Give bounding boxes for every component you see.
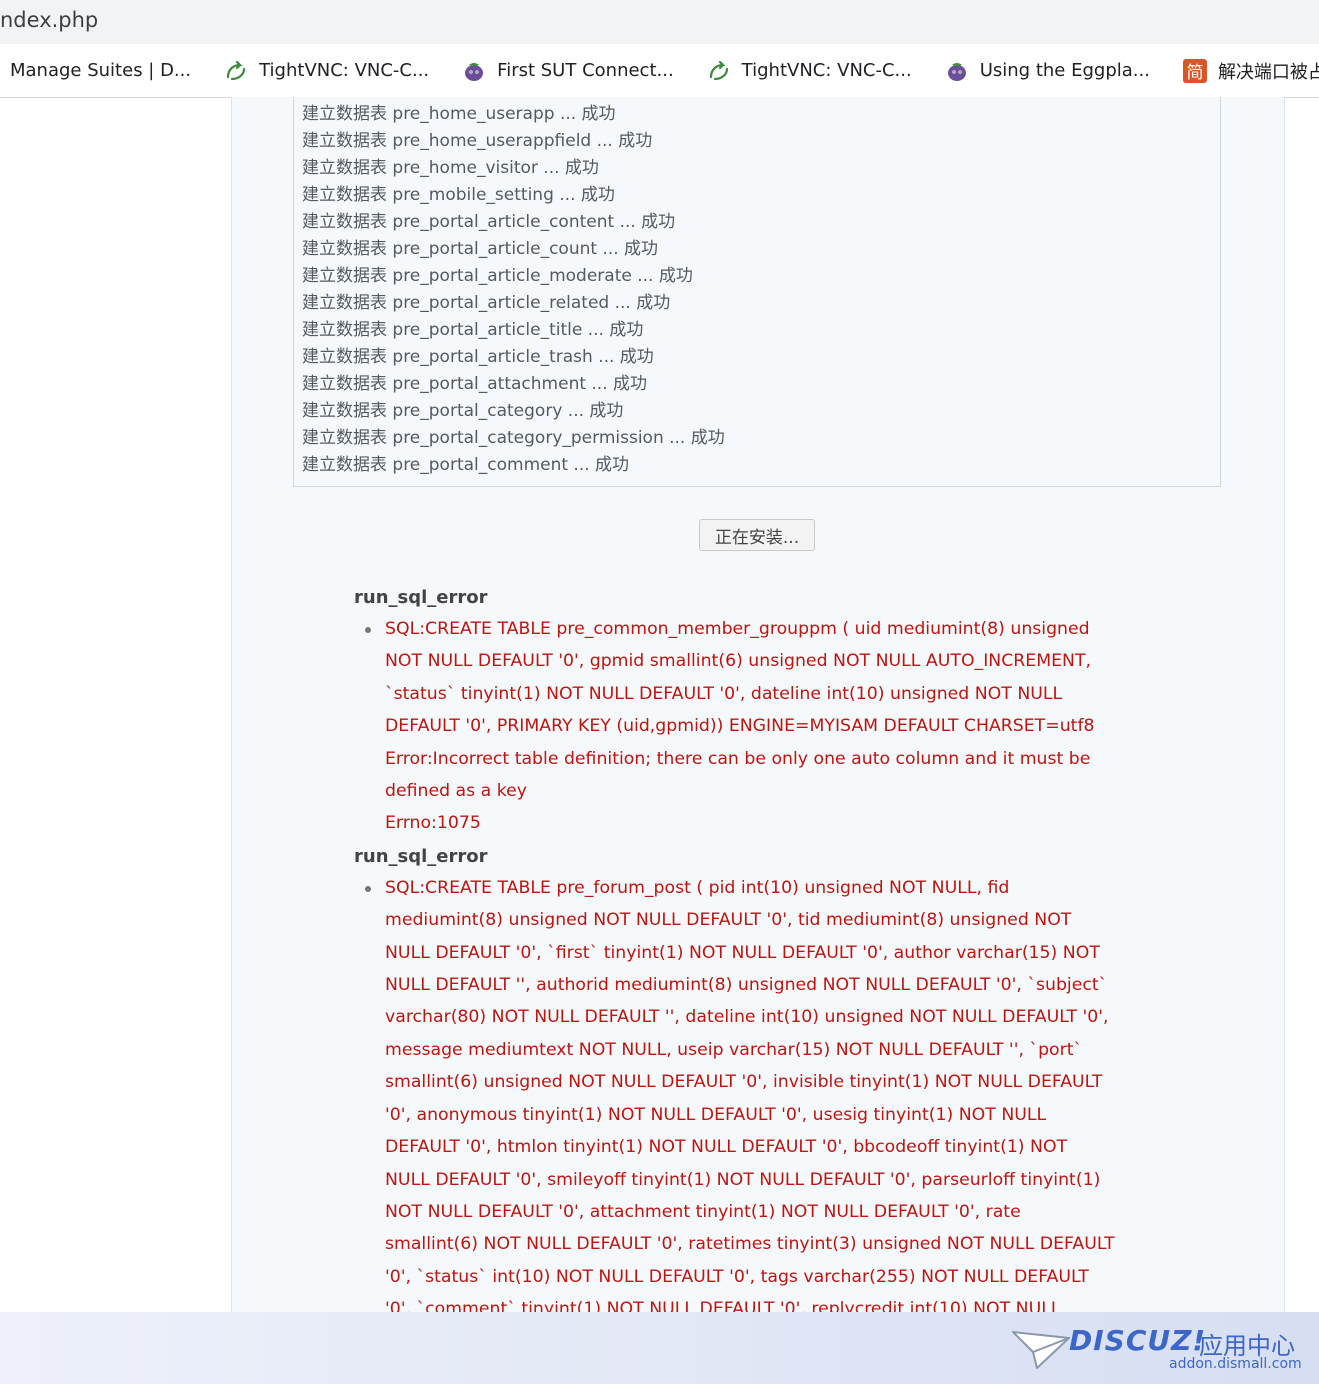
error-detail: SQL:CREATE TABLE pre_forum_post ( pid in…	[365, 872, 1174, 1326]
log-line: 建立数据表 pre_portal_article_trash ... 成功	[302, 347, 654, 367]
error-line: mediumint(8) unsigned NOT NULL DEFAULT '…	[385, 910, 1072, 931]
tightvnc-icon	[706, 58, 732, 84]
bookmark-tightvnc-1[interactable]: TightVNC: VNC-C...	[223, 58, 429, 84]
error-line: '0', anonymous tinyint(1) NOT NULL DEFAU…	[385, 1104, 1047, 1125]
error-line: DEFAULT '0', PRIMARY KEY (uid,gpmid)) EN…	[385, 716, 1095, 737]
log-line: 建立数据表 pre_home_userapp ... 成功	[302, 104, 616, 124]
log-line: 建立数据表 pre_home_visitor ... 成功	[302, 158, 599, 178]
eggplant-icon	[944, 58, 970, 84]
error-line: NULL DEFAULT '0', smileyoff tinyint(1) N…	[385, 1169, 1101, 1190]
paper-plane-icon	[1012, 1331, 1070, 1369]
bookmark-port-conflict[interactable]: 简 解决端口被占用问...	[1182, 58, 1319, 84]
error-line: NOT NULL DEFAULT '0', attachment tinyint…	[385, 1201, 1021, 1222]
address-bar[interactable]: ndex.php	[0, 0, 1319, 45]
error-detail: SQL:CREATE TABLE pre_common_member_group…	[365, 613, 1174, 840]
log-line: 建立数据表 pre_home_userappfield ... 成功	[302, 131, 653, 151]
brand-word: DISCUZ!	[1069, 1324, 1207, 1357]
error-detail-list: SQL:CREATE TABLE pre_forum_post ( pid in…	[354, 872, 1174, 1326]
error-line: `status` tinyint(1) NOT NULL DEFAULT '0'…	[385, 683, 1063, 704]
error-line: NOT NULL DEFAULT '0', gpmid smallint(6) …	[385, 651, 1092, 672]
installing-button[interactable]: 正在安装...	[699, 519, 815, 551]
address-text[interactable]: ndex.php	[0, 8, 98, 32]
bookmark-label: 解决端口被占用问...	[1217, 61, 1319, 83]
bookmark-first-sut[interactable]: First SUT Connect...	[461, 58, 674, 84]
error-list: run_sql_error SQL:CREATE TABLE pre_commo…	[354, 583, 1174, 1328]
error-line: defined as a key	[385, 781, 527, 802]
log-line: 建立数据表 pre_portal_comment ... 成功	[302, 455, 630, 475]
error-detail-list: SQL:CREATE TABLE pre_common_member_group…	[354, 613, 1174, 840]
error-line: DEFAULT '0', htmlon tinyint(1) NOT NULL …	[385, 1137, 1068, 1158]
bookmark-manage-suites[interactable]: Manage Suites | D...	[10, 60, 191, 81]
bookmark-label: Manage Suites | D...	[10, 60, 192, 81]
tightvnc-icon	[223, 58, 249, 84]
log-line: 建立数据表 pre_portal_article_content ... 成功	[302, 212, 676, 232]
error-line: NULL DEFAULT '0', `first` tinyint(1) NOT…	[385, 942, 1100, 963]
log-line: 建立数据表 pre_portal_article_count ... 成功	[302, 239, 659, 259]
discuz-logo: DISCUZ! 应用中心 addon.dismall.com	[1011, 1320, 1302, 1378]
bookmark-tightvnc-2[interactable]: TightVNC: VNC-C...	[706, 58, 912, 84]
error-line: NULL DEFAULT '', authorid mediumint(8) u…	[385, 975, 1108, 996]
error-title: run_sql_error	[354, 587, 488, 608]
error-line: message mediumtext NOT NULL, useip varch…	[385, 1039, 1083, 1060]
error-title: run_sql_error	[354, 845, 488, 867]
log-line: 建立数据表 pre_portal_article_title ... 成功	[302, 320, 644, 340]
error-line: varchar(80) NOT NULL DEFAULT '', datelin…	[385, 1007, 1109, 1028]
log-line: 建立数据表 pre_mobile_setting ... 成功	[302, 185, 615, 205]
error-line: Errno:1075	[385, 813, 481, 834]
error-line: SQL:CREATE TABLE pre_forum_post ( pid in…	[385, 877, 1010, 898]
sql-error-block: run_sql_error SQL:CREATE TABLE pre_commo…	[354, 583, 1174, 840]
error-line: Error:Incorrect table definition; there …	[385, 748, 1091, 769]
bookmark-label: TightVNC: VNC-C...	[741, 60, 912, 81]
eggplant-icon	[461, 58, 487, 84]
error-line: SQL:CREATE TABLE pre_common_member_group…	[385, 619, 1090, 639]
error-line: smallint(6) unsigned NOT NULL DEFAULT '0…	[385, 1072, 1103, 1093]
log-line: 建立数据表 pre_portal_article_related ... 成功	[302, 293, 671, 313]
watermark-strip: DISCUZ! 应用中心 addon.dismall.com	[0, 1312, 1319, 1384]
error-line: '0', `status` int(10) NOT NULL DEFAULT '…	[385, 1266, 1089, 1287]
log-line: 建立数据表 pre_portal_category ... 成功	[302, 401, 624, 421]
jian-icon-glyph: 简	[1182, 58, 1207, 83]
bookmark-using-eggplant[interactable]: Using the Eggpla...	[944, 58, 1150, 84]
log-line: 建立数据表 pre_portal_article_moderate ... 成功	[302, 266, 693, 286]
bookmark-label: TightVNC: VNC-C...	[259, 60, 430, 81]
log-line: 建立数据表 pre_portal_attachment ... 成功	[302, 374, 648, 394]
bookmarks-bar: Manage Suites | D... TightVNC: VNC-C... …	[0, 44, 1319, 98]
log-line: 建立数据表 pre_portal_category_permission ...…	[302, 428, 725, 448]
sql-error-block: run_sql_error SQL:CREATE TABLE pre_forum…	[354, 842, 1174, 1326]
install-log[interactable]: 建立数据表 pre_home_userapp ... 成功 建立数据表 pre_…	[293, 97, 1221, 487]
bookmark-label: Using the Eggpla...	[979, 60, 1150, 81]
bookmark-label: First SUT Connect...	[497, 60, 674, 81]
brand-url: addon.dismall.com	[1169, 1356, 1302, 1372]
error-line: smallint(6) NOT NULL DEFAULT '0', rateti…	[385, 1234, 1115, 1255]
install-panel: 建立数据表 pre_home_userapp ... 成功 建立数据表 pre_…	[231, 97, 1285, 1319]
jian-icon: 简	[1182, 58, 1208, 84]
